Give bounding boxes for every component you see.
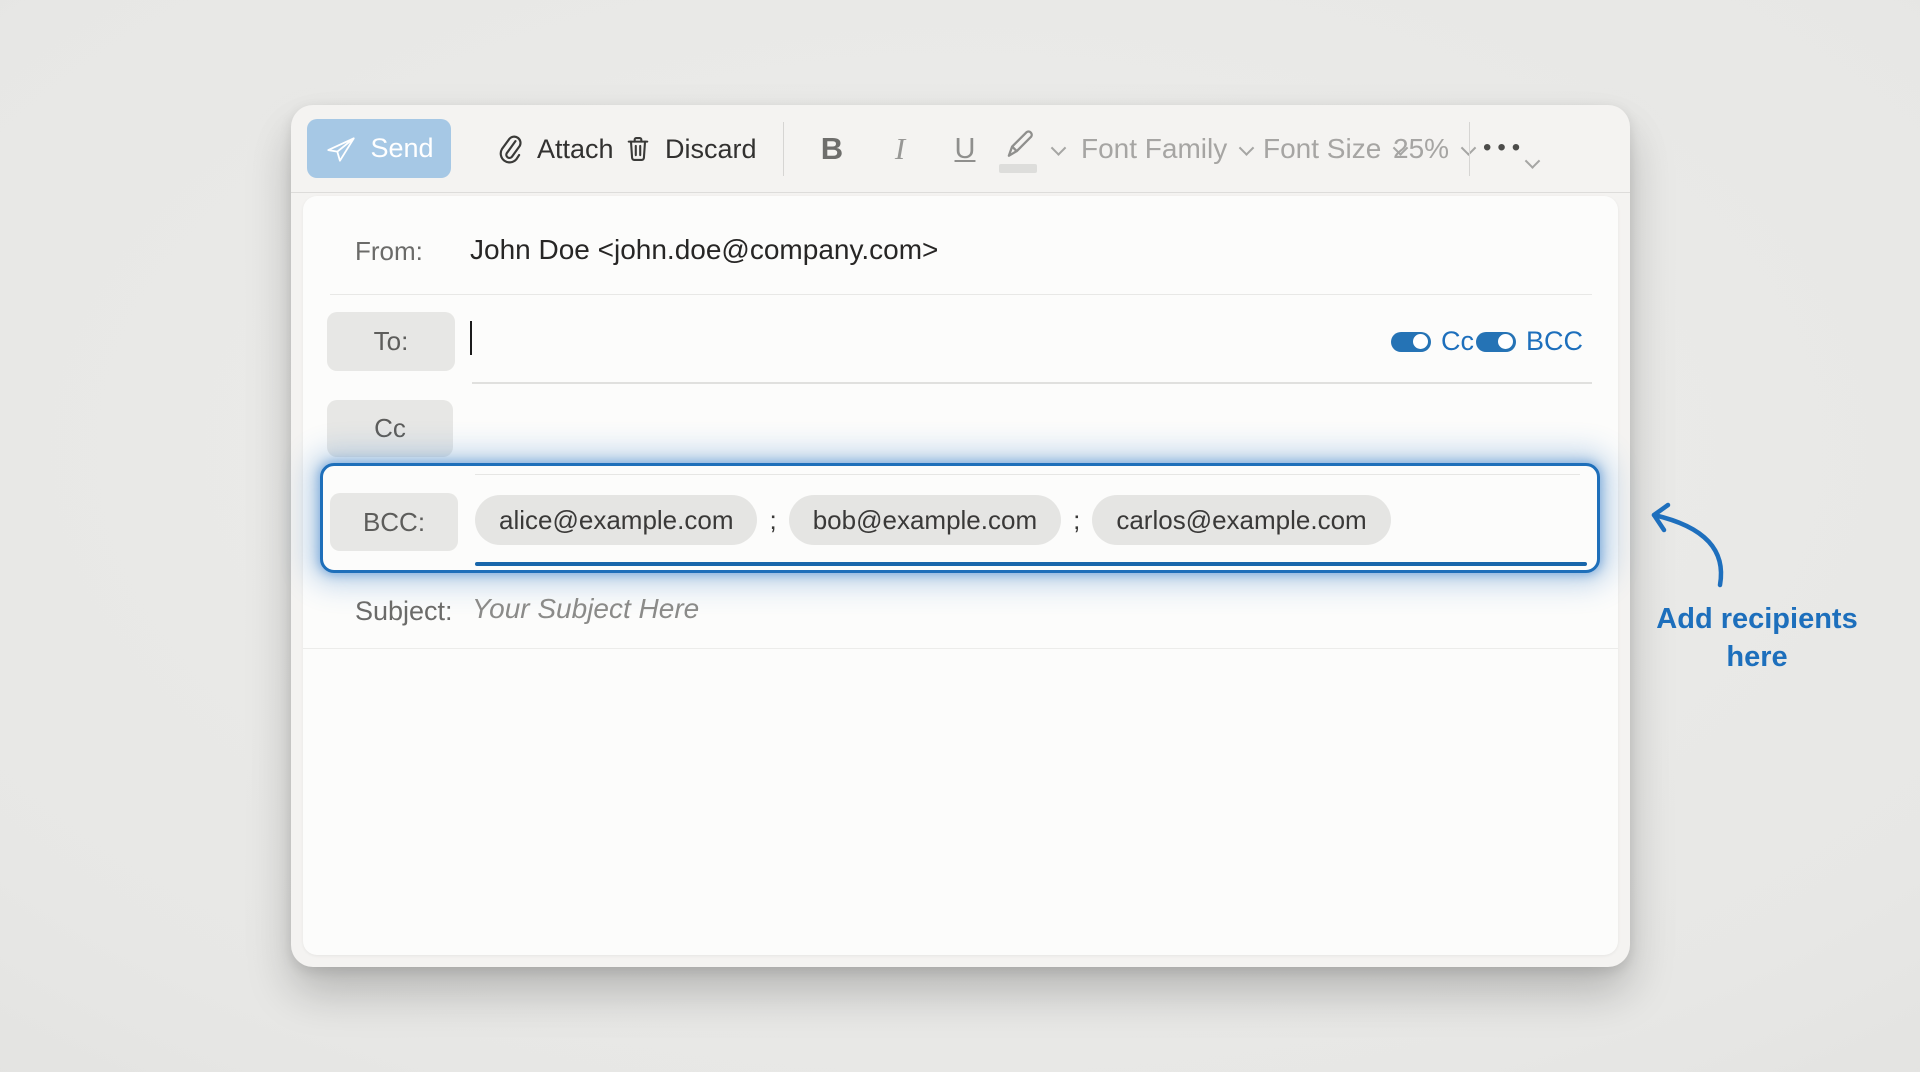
highlight-button[interactable] (999, 105, 1064, 193)
send-label: Send (370, 133, 433, 164)
toggle-knob (1498, 334, 1513, 349)
bcc-toggle-group: BCC (1476, 326, 1583, 357)
attach-button[interactable]: Attach (495, 105, 614, 193)
cc-input-underline (475, 474, 1580, 475)
pen-icon (999, 123, 1043, 175)
paper-plane-icon (324, 132, 358, 166)
ribbon-collapse-chevron-icon[interactable] (1525, 153, 1541, 169)
attach-label: Attach (537, 134, 614, 165)
discard-label: Discard (665, 134, 757, 165)
recipient-chip[interactable]: carlos@example.com (1092, 495, 1390, 545)
desktop-background: Send Attach (0, 0, 1920, 1072)
more-options-button[interactable]: ••• (1483, 125, 1526, 171)
bcc-toggle-label[interactable]: BCC (1526, 326, 1583, 357)
underline-button[interactable]: U (941, 105, 989, 193)
italic-button[interactable]: I (877, 105, 923, 193)
bcc-field-highlight[interactable]: BCC: alice@example.com; bob@example.com; c… (320, 463, 1600, 573)
chevron-down-icon (1051, 140, 1067, 156)
email-compose-window: Send Attach (291, 105, 1630, 967)
chip-separator: ; (1071, 505, 1082, 536)
highlight-color-swatch (999, 164, 1037, 173)
toggle-knob (1413, 334, 1428, 349)
compose-toolbar: Send Attach (291, 105, 1630, 193)
to-field-label[interactable]: To: (327, 312, 455, 371)
toolbar-divider (1469, 122, 1470, 176)
annotation-line-1: Add recipients (1642, 600, 1872, 638)
bold-button[interactable]: B (809, 105, 855, 193)
bcc-toggle[interactable] (1476, 332, 1516, 352)
font-family-label: Font Family (1081, 133, 1227, 165)
compose-form: From: John Doe <john.doe@company.com> To… (303, 196, 1618, 955)
cc-field-label[interactable]: Cc (327, 400, 453, 457)
annotation-text: Add recipients here (1642, 600, 1872, 676)
toolbar-divider (783, 122, 784, 176)
cc-toggle-group: Cc (1391, 326, 1474, 357)
chip-separator: ; (767, 505, 778, 536)
cc-toggle[interactable] (1391, 332, 1431, 352)
subject-label: Subject: (355, 596, 453, 627)
annotation-line-2: here (1642, 638, 1872, 676)
zoom-value: 25% (1393, 133, 1449, 165)
bcc-input-active-underline (475, 562, 1587, 566)
annotation-arrow-icon (1628, 493, 1748, 598)
bcc-field-label[interactable]: BCC: (330, 493, 458, 551)
text-cursor (470, 321, 472, 355)
cc-toggle-label[interactable]: Cc (1441, 326, 1474, 357)
zoom-dropdown[interactable]: 25% (1393, 105, 1474, 193)
discard-button[interactable]: Discard (623, 105, 757, 193)
font-family-dropdown[interactable]: Font Family (1081, 105, 1252, 193)
to-input-underline[interactable] (472, 382, 1592, 384)
paperclip-icon (495, 132, 525, 166)
subject-input[interactable]: Your Subject Here (472, 593, 699, 625)
from-value: John Doe <john.doe@company.com> (470, 234, 938, 266)
font-size-dropdown[interactable]: Font Size (1263, 105, 1406, 193)
from-label: From: (355, 236, 423, 267)
recipient-chip[interactable]: bob@example.com (789, 495, 1061, 545)
row-divider (330, 294, 1592, 295)
send-button[interactable]: Send (307, 119, 451, 178)
bcc-chips: alice@example.com; bob@example.com; carlos… (475, 495, 1391, 545)
font-size-label: Font Size (1263, 133, 1381, 165)
recipient-chip[interactable]: alice@example.com (475, 495, 757, 545)
message-body[interactable] (303, 649, 1618, 955)
chevron-down-icon (1239, 140, 1255, 156)
trash-icon (623, 133, 653, 165)
